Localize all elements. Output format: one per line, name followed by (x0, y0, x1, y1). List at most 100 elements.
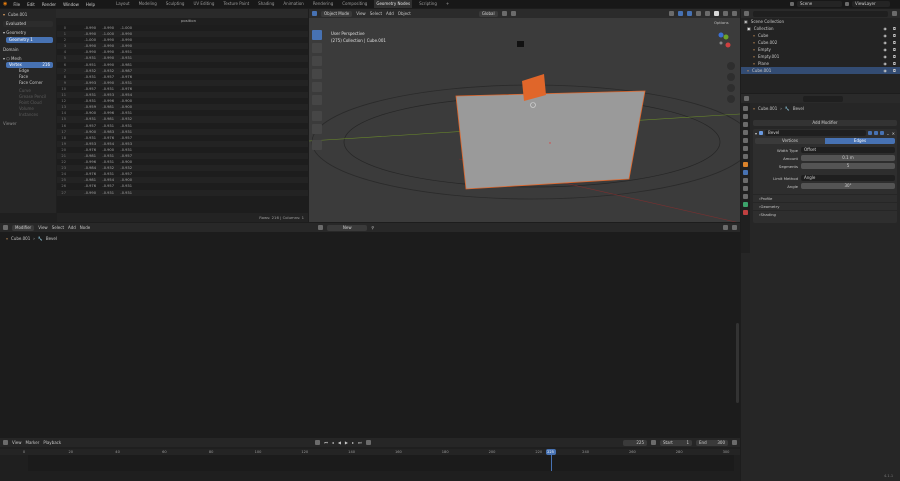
angle-field[interactable]: 30° (801, 183, 895, 189)
eye-icon[interactable]: ◉ (883, 47, 890, 52)
object-mode-dropdown[interactable]: Object Mode (321, 10, 353, 17)
eye-icon[interactable]: ◉ (883, 33, 890, 38)
timeline-view-menu[interactable]: View (12, 440, 22, 445)
camera-render-icon[interactable]: ◘ (893, 33, 900, 38)
tab-uv-editing[interactable]: UV Editing (191, 0, 216, 8)
node-editor[interactable]: Modifier View Select Add Node New ⚲ ▿ Cu… (0, 223, 740, 438)
plane-object[interactable] (455, 90, 646, 190)
spreadsheet-table[interactable]: 0 -0.990 -0.990 -1.000 1 -0.990 -1.000 -0.990 2-… (57, 25, 308, 213)
outliner-item[interactable]: ▿ Plane ◉ ◘ (741, 60, 900, 67)
menu-file[interactable]: File (12, 2, 21, 7)
constraints-tab-icon[interactable] (743, 194, 748, 199)
scene-name[interactable]: Scene (797, 1, 842, 7)
tab-layout[interactable]: Layout (114, 0, 132, 8)
scale-tool-icon[interactable] (312, 82, 322, 92)
filter-icon[interactable] (892, 11, 897, 16)
annotate-tool-icon[interactable] (312, 111, 322, 121)
property-value[interactable]: 0.1 m (801, 155, 895, 161)
scene-tab-icon[interactable] (743, 138, 748, 143)
viewport-options-button[interactable]: Options (714, 20, 729, 25)
node-overlay-icon[interactable] (732, 225, 737, 230)
eye-icon[interactable]: ◉ (883, 54, 890, 59)
timeline-track-area[interactable] (28, 455, 734, 471)
end-frame-field[interactable]: End 300 (696, 439, 728, 446)
timeline-options-icon[interactable] (732, 440, 737, 445)
snap-nodes-icon[interactable] (723, 225, 728, 230)
gizmo-y-axis-icon[interactable] (723, 34, 729, 40)
physics-tab-icon[interactable] (743, 186, 748, 191)
position-column-header[interactable]: position (57, 18, 308, 24)
camera-render-icon[interactable]: ◘ (893, 54, 900, 59)
affect-vertices-button[interactable]: Vertices (755, 138, 825, 144)
outliner-item[interactable]: ▣ Collection ◉ ◘ (741, 25, 900, 32)
output-tab-icon[interactable] (743, 122, 748, 127)
viewlayer-name[interactable]: ViewLayer (852, 1, 890, 7)
cursor-tool-icon[interactable] (312, 43, 322, 53)
outliner-item[interactable]: ▿ Empty.001 ◉ ◘ (741, 53, 900, 60)
play-icon[interactable]: ▶ (345, 440, 348, 445)
camera-render-icon[interactable]: ◘ (893, 61, 900, 66)
camera-render-icon[interactable]: ◘ (893, 47, 900, 52)
menu-window[interactable]: Window (62, 2, 80, 7)
clock-icon[interactable] (651, 440, 656, 445)
panel-collapse-icon[interactable]: ▾ (755, 131, 757, 136)
transform-tool-icon[interactable] (312, 95, 322, 105)
3d-viewport[interactable]: Object Mode View Select Add Object Globa… (309, 9, 740, 222)
navigation-gizmo[interactable] (709, 31, 733, 55)
zoom-icon[interactable] (727, 62, 735, 70)
node-tree-icon[interactable] (318, 225, 324, 230)
node-editor-scrollbar[interactable] (736, 323, 739, 403)
new-node-group-button[interactable]: New (327, 224, 368, 231)
modifier-tab-icon[interactable] (743, 170, 748, 175)
viewport-add-menu[interactable]: Add (386, 11, 394, 16)
node-add-menu[interactable]: Add (68, 225, 76, 230)
menu-render[interactable]: Render (41, 2, 57, 7)
eye-icon[interactable]: ◉ (883, 26, 890, 31)
viewport-object-menu[interactable]: Object (398, 11, 411, 16)
view-layer-tab-icon[interactable] (743, 130, 748, 135)
camera-render-icon[interactable]: ◘ (893, 68, 900, 73)
add-cube-tool-icon[interactable] (312, 140, 322, 150)
dropdown-arrow-icon[interactable]: ⌄ (886, 131, 889, 136)
outliner-item[interactable]: ▿ Cube.001 ◉ ◘ (741, 67, 900, 74)
outliner-item[interactable]: ▿ Cube.002 ◉ ◘ (741, 39, 900, 46)
spreadsheet-object[interactable]: Cube.001 (8, 12, 27, 17)
object-tab-icon[interactable] (743, 162, 748, 167)
current-frame-field[interactable]: 225 (623, 439, 647, 446)
viewport-toggle-icon[interactable] (874, 131, 879, 135)
perspective-toggle-icon[interactable] (727, 95, 735, 103)
modifier-name-field[interactable]: Bevel (765, 130, 867, 136)
limit-method-dropdown[interactable]: Angle (801, 175, 895, 181)
play-reverse-icon[interactable]: ◀ (338, 440, 341, 445)
timeline-editor-icon[interactable] (3, 440, 8, 445)
start-frame-field[interactable]: Start 1 (660, 439, 692, 446)
add-modifier-button[interactable]: Add Modifier (753, 120, 897, 126)
edit-mode-toggle-icon[interactable] (868, 131, 873, 135)
record-icon[interactable] (315, 440, 321, 445)
viewport-editor-icon[interactable] (312, 11, 317, 16)
subpanel-header[interactable]: › Profile (753, 194, 897, 202)
evaluation-mode-dropdown[interactable]: Evaluated (3, 21, 53, 27)
rotate-tool-icon[interactable] (312, 69, 322, 79)
overlay-icon[interactable] (687, 11, 692, 16)
jump-start-icon[interactable]: ⏮ (324, 440, 328, 445)
timeline-marker-menu[interactable]: Marker (26, 440, 40, 445)
camera-render-icon[interactable]: ◘ (893, 26, 900, 31)
next-key-icon[interactable]: ▸ (352, 440, 354, 445)
subpanel-header[interactable]: › Shading (753, 210, 897, 218)
solid-shading-icon[interactable] (714, 11, 719, 16)
domain-face-corner[interactable]: Face Corner (3, 80, 53, 86)
tab-sculpting[interactable]: Sculpting (164, 0, 187, 8)
pan-icon[interactable] (727, 73, 735, 81)
material-shading-icon[interactable] (723, 11, 728, 16)
render-toggle-icon[interactable] (880, 131, 885, 135)
tab-geometry-nodes[interactable]: Geometry Nodes (374, 0, 413, 8)
gizmo-icon[interactable] (678, 11, 683, 16)
gizmo-z-axis-icon[interactable] (718, 32, 724, 38)
menu-help[interactable]: Help (85, 2, 96, 7)
camera-view-icon[interactable] (727, 84, 735, 92)
camera-object[interactable] (517, 41, 524, 47)
select-box-tool-icon[interactable] (312, 30, 322, 40)
wireframe-shading-icon[interactable] (705, 11, 710, 16)
properties-search-input[interactable] (803, 95, 843, 102)
